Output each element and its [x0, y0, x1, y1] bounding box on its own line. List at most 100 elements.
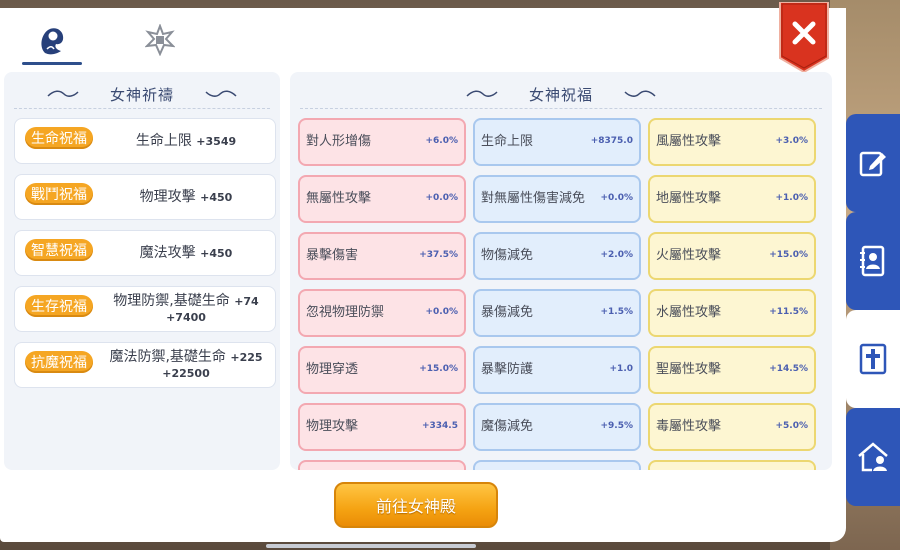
- stat-cell: 物理穿透 +15.0%: [298, 346, 466, 394]
- stat-value: +334.5: [421, 421, 458, 431]
- stat-name: 火屬性攻擊: [656, 248, 722, 263]
- blessing-value: +225: [230, 350, 263, 364]
- side-tab-home[interactable]: [846, 408, 900, 506]
- close-button[interactable]: [778, 1, 830, 74]
- stat-cell: 物傷減免 +2.0%: [473, 232, 641, 280]
- stat-cell: 物理攻擊 +334.5: [298, 403, 466, 451]
- stat-value: +3.0%: [775, 136, 808, 146]
- stat-value: +15.0%: [419, 364, 458, 374]
- stat-cell: 暴擊防護 +1.0: [473, 346, 641, 394]
- stat-cell: 生命上限 +8375.0: [473, 118, 641, 166]
- tab-emblem[interactable]: [130, 20, 190, 64]
- stat-value: +2.0%: [600, 250, 633, 260]
- close-icon: [779, 1, 829, 74]
- stat-value: +14.5%: [769, 364, 808, 374]
- blessing-row-wisdom: 智慧祝福 魔法攻擊 +450: [14, 230, 276, 276]
- edit-icon: [859, 151, 886, 177]
- stat-cell: 火屬性攻擊 +15.0%: [648, 232, 816, 280]
- blessing-row-survival: 生存祝福 物理防禦,基礎生命 +74 +7400: [14, 286, 276, 332]
- stat-name: 暴擊傷害: [306, 248, 359, 263]
- prayer-header: 女神祈禱: [4, 80, 280, 108]
- flourish-icon: [624, 90, 656, 97]
- blessing-stat: 魔法攻擊: [139, 244, 196, 261]
- stat-name: 生命上限: [481, 134, 534, 149]
- stat-cell: 暴擊傷害 +37.5%: [298, 232, 466, 280]
- stat-value: +1.0: [609, 364, 633, 374]
- blessing-stats-panel[interactable]: 女神祝福 對人形增傷 +6.0% 無屬性攻擊 +0.0% 暴擊傷害 +37.5% 忽視…: [290, 72, 832, 470]
- divider: [14, 108, 270, 109]
- stat-value: +8375.0: [590, 136, 633, 146]
- blessing-effect: 魔法防禦,基礎生命 +225 +22500: [103, 343, 269, 387]
- stat-value: +1.5%: [600, 307, 633, 317]
- stat-name: 暴擊防護: [481, 362, 534, 377]
- stat-value: +5.0%: [775, 421, 808, 431]
- flourish-icon: [205, 90, 237, 97]
- blessing-header: 女神祝福: [290, 80, 832, 108]
- blessing-badge: 智慧祝福: [25, 239, 93, 261]
- go-to-temple-button[interactable]: 前往女神殿: [334, 482, 498, 528]
- stat-cell: 聖屬性攻擊 +14.5%: [648, 346, 816, 394]
- stat-name: 暴傷減免: [481, 305, 534, 320]
- stat-name: 魔傷減免: [481, 419, 534, 434]
- blessing-effect: 魔法攻擊 +450: [103, 231, 269, 275]
- stat-value: +0.0%: [600, 193, 633, 203]
- stat-name: 風屬性攻擊: [656, 134, 722, 149]
- blessing-value: +3549: [196, 134, 237, 148]
- top-tab-bar: [0, 8, 846, 70]
- blessing-row-combat: 戰鬥祝福 物理攻擊 +450: [14, 174, 276, 220]
- divider: [300, 108, 822, 109]
- stat-value: +0.0%: [425, 193, 458, 203]
- stat-cell-partial: [298, 460, 466, 470]
- prayer-title: 女神祈禱: [109, 85, 174, 104]
- blessing-badge: 戰鬥祝福: [25, 183, 93, 205]
- stat-cell: 無屬性攻擊 +0.0%: [298, 175, 466, 223]
- side-tab-goddess[interactable]: [846, 310, 900, 408]
- blessing-effect: 物理防禦,基礎生命 +74 +7400: [103, 287, 269, 331]
- blessing-row-antimagic: 抗魔祝福 魔法防禦,基礎生命 +225 +22500: [14, 342, 276, 388]
- stat-cell: 對無屬性傷害減免 +0.0%: [473, 175, 641, 223]
- flourish-icon: [47, 90, 79, 97]
- stat-value: +11.5%: [769, 307, 808, 317]
- stat-cell: 對人形增傷 +6.0%: [298, 118, 466, 166]
- blessing-value: +74: [234, 294, 259, 308]
- stat-name: 毒屬性攻擊: [656, 419, 722, 434]
- blessing-value-2: +7400: [166, 310, 206, 324]
- flourish-icon: [466, 90, 498, 97]
- blessing-row-life: 生命祝福 生命上限 +3549: [14, 118, 276, 164]
- stat-cell-partial: [648, 460, 816, 470]
- blessing-title: 女神祝福: [528, 85, 593, 104]
- stat-value: +9.5%: [600, 421, 633, 431]
- stat-cell: 魔傷減免 +9.5%: [473, 403, 641, 451]
- stat-name: 物傷減免: [481, 248, 534, 263]
- blessing-value: +450: [200, 246, 233, 260]
- prayer-panel: 女神祈禱 生命祝福 生命上限 +3549 戰鬥祝福 物理攻擊 +450 智慧祝福…: [4, 72, 280, 470]
- goddess-icon: [35, 23, 69, 61]
- stat-name: 無屬性攻擊: [306, 191, 372, 206]
- stat-cell: 水屬性攻擊 +11.5%: [648, 289, 816, 337]
- stat-name: 聖屬性攻擊: [656, 362, 722, 377]
- stat-name: 物理攻擊: [306, 419, 359, 434]
- stat-name: 物理穿透: [306, 362, 359, 377]
- blessing-badge: 抗魔祝福: [25, 351, 93, 373]
- blessing-stat: 魔法防禦,基礎生命: [109, 348, 226, 365]
- stat-value: +6.0%: [425, 136, 458, 146]
- stat-value: +0.0%: [425, 307, 458, 317]
- blessing-stat: 物理攻擊: [139, 188, 196, 205]
- contacts-book-icon: [860, 245, 885, 277]
- stat-value: +37.5%: [419, 250, 458, 260]
- stat-name: 地屬性攻擊: [656, 191, 722, 206]
- stat-name: 水屬性攻擊: [656, 305, 722, 320]
- side-tab-edit[interactable]: [846, 114, 900, 212]
- blessing-effect: 物理攻擊 +450: [103, 175, 269, 219]
- stat-cell: 忽視物理防禦 +0.0%: [298, 289, 466, 337]
- stat-cell-partial: [473, 460, 641, 470]
- side-tab-contacts[interactable]: [846, 212, 900, 310]
- side-nav: [846, 0, 900, 550]
- emblem-icon: [144, 23, 176, 60]
- blessing-badge: 生存祝福: [25, 295, 93, 317]
- home-user-icon: [858, 442, 888, 472]
- blessing-stat: 生命上限: [135, 132, 192, 149]
- tab-goddess[interactable]: [22, 20, 82, 65]
- stat-name: 忽視物理防禦: [306, 305, 385, 320]
- blessing-effect: 生命上限 +3549: [103, 119, 269, 163]
